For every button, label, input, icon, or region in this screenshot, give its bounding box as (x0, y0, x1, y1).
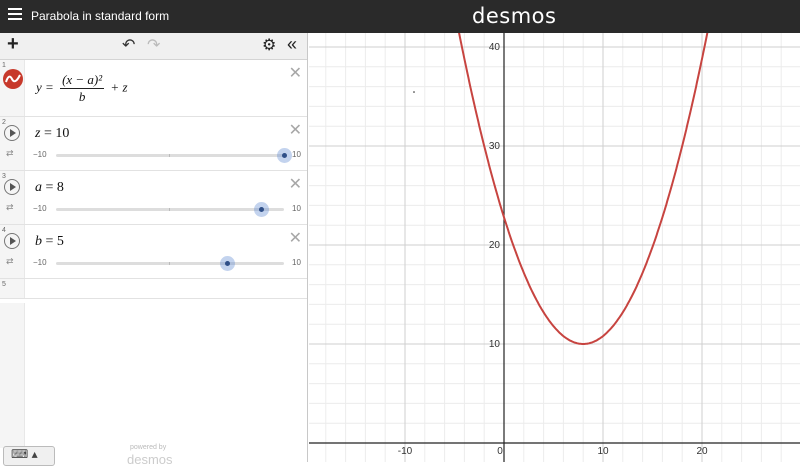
expression-item-4[interactable]: 4 ⇄ b = 5 −10 10 ✕ (0, 225, 307, 279)
slider-track[interactable] (56, 148, 292, 163)
slider-track[interactable] (56, 202, 284, 217)
close-icon[interactable]: ✕ (289, 174, 302, 194)
gear-icon[interactable]: ⚙ (262, 37, 276, 55)
expression-index: 3 (2, 173, 6, 180)
y-tick-label: 30 (489, 141, 501, 152)
slider-var: a (35, 180, 42, 195)
slider-track[interactable] (56, 256, 284, 271)
formula-denominator: b (78, 89, 86, 104)
stray-point (413, 91, 415, 93)
slider-max[interactable]: 10 (292, 204, 301, 213)
expression-index: 5 (2, 281, 6, 288)
plus-icon[interactable]: + (7, 34, 19, 54)
slider-value: 8 (56, 180, 64, 195)
close-icon[interactable]: ✕ (289, 228, 302, 248)
slider-min[interactable]: −10 (33, 150, 47, 159)
graph-title[interactable]: Parabola in standard form (31, 9, 169, 23)
expression-gutter: 3 ⇄ (0, 171, 25, 224)
axes (309, 33, 800, 462)
expression-list: 1 y = (x − a)² b + z ✕ 2 ⇄ z = 10 −10 10… (0, 60, 307, 299)
expression-index: 1 (2, 62, 6, 69)
formula-lhs: y (36, 79, 42, 95)
slider-min[interactable]: −10 (33, 258, 47, 267)
loop-icon[interactable]: ⇄ (6, 202, 14, 213)
grid-major (309, 33, 800, 462)
slider-max[interactable]: 10 (292, 258, 301, 267)
y-tick-label: 40 (489, 42, 501, 53)
close-icon[interactable]: ✕ (289, 120, 302, 140)
desmos-logo: desmos (472, 4, 557, 28)
hamburger-icon[interactable] (8, 8, 22, 22)
close-icon[interactable]: ✕ (289, 63, 302, 83)
formula-tail: + z (110, 79, 128, 95)
y-tick-label: 20 (489, 240, 501, 251)
expression-gutter: 1 (0, 60, 25, 116)
redo-icon[interactable]: ↷ (147, 37, 160, 55)
slider-label[interactable]: a = 8 (35, 180, 64, 196)
expression-item-3[interactable]: 3 ⇄ a = 8 −10 10 ✕ (0, 171, 307, 225)
graph-canvas[interactable]: -10 0 10 20 10 20 30 40 (309, 33, 800, 462)
expression-gutter: 4 ⇄ (0, 225, 25, 278)
expression-index: 4 (2, 227, 6, 234)
play-icon[interactable] (4, 233, 20, 249)
expression-item-1[interactable]: 1 y = (x − a)² b + z ✕ (0, 60, 307, 117)
y-tick-label: 10 (489, 339, 501, 350)
slider-label[interactable]: z = 10 (35, 126, 69, 142)
slider-var: b (35, 234, 42, 249)
powered-by-brand[interactable]: desmos (127, 452, 173, 467)
play-icon[interactable] (4, 179, 20, 195)
x-tick-label: 20 (696, 446, 708, 457)
slider-max[interactable]: 10 (292, 150, 301, 159)
slider-thumb[interactable] (220, 256, 235, 271)
x-tick-label: 0 (497, 446, 503, 457)
formula-fraction: (x − a)² b (60, 72, 105, 105)
slider-thumb[interactable] (254, 202, 270, 217)
keyboard-icon[interactable]: ⌨ ▴ (3, 446, 55, 466)
expression-gutter: 2 ⇄ (0, 117, 25, 170)
top-bar: Parabola in standard form desmos (0, 0, 800, 33)
slider-label[interactable]: b = 5 (35, 234, 64, 250)
formula-numerator: (x − a)² (60, 72, 105, 89)
slider-value: 5 (56, 234, 64, 249)
graph-paper[interactable]: -10 0 10 20 10 20 30 40 (309, 33, 800, 462)
slider-min[interactable]: −10 (33, 204, 47, 213)
grid-minor (309, 33, 800, 462)
expression-item-2[interactable]: 2 ⇄ z = 10 −10 10 ✕ (0, 117, 307, 171)
undo-icon[interactable]: ↶ (122, 37, 135, 55)
loop-icon[interactable]: ⇄ (6, 148, 14, 159)
slider-var: z (35, 126, 41, 141)
double-chevron-left-icon[interactable]: « (287, 35, 297, 53)
expression-item-5[interactable]: 5 (0, 279, 307, 299)
x-tick-label: -10 (398, 446, 413, 457)
slider-thumb[interactable] (277, 148, 292, 163)
powered-by-label: powered by (130, 444, 167, 451)
expression-index: 2 (2, 119, 6, 126)
expression-formula[interactable]: y = (x − a)² b + z (36, 72, 128, 105)
x-tick-label: 10 (597, 446, 609, 457)
desmos-curve-icon[interactable] (3, 69, 23, 89)
gutter-fill (0, 303, 25, 448)
slider-value: 10 (55, 126, 70, 141)
expression-toolbar: + ↶ ↷ ⚙ « (0, 33, 307, 60)
play-icon[interactable] (4, 125, 20, 141)
loop-icon[interactable]: ⇄ (6, 256, 14, 267)
expression-panel: + ↶ ↷ ⚙ « 1 y = (x − a)² b + z ✕ 2 ⇄ z =… (0, 33, 308, 467)
expression-gutter: 5 (0, 279, 25, 298)
